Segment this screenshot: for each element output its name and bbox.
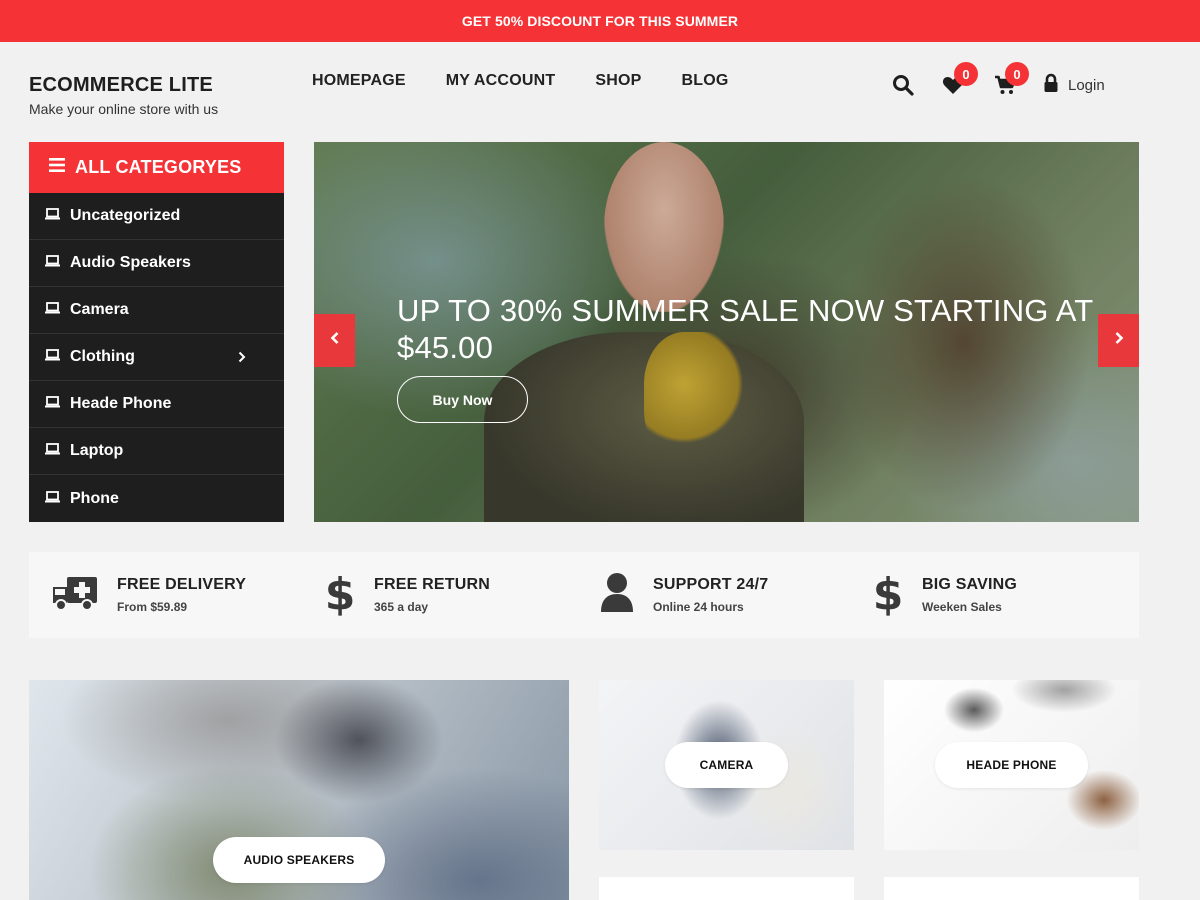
category-tile[interactable]	[599, 877, 854, 900]
site-tagline: Make your online store with us	[29, 101, 219, 117]
slider-prev-button[interactable]	[314, 314, 355, 367]
category-label: Heade Phone	[70, 395, 172, 412]
header-actions: 0 0 Login	[888, 62, 1128, 106]
laptop-icon	[45, 442, 60, 460]
feature-free-return: $ FREE RETURN 365 a day	[324, 552, 490, 638]
hero-slider: UP TO 30% SUMMER SALE NOW STARTING AT $4…	[314, 142, 1139, 522]
feature-subtitle: 365 a day	[374, 600, 429, 614]
user-icon	[599, 572, 635, 619]
category-item[interactable]: Clothing	[29, 334, 284, 381]
nav-homepage[interactable]: HOMEPAGE	[312, 72, 406, 90]
category-sidebar: ALL CATEGORYES Uncategorized Audio Speak…	[29, 142, 284, 522]
buy-now-button[interactable]: Buy Now	[397, 376, 528, 423]
category-label: Laptop	[70, 442, 124, 459]
feature-support: SUPPORT 24/7 Online 24 hours	[599, 552, 768, 638]
feature-title: BIG SAVING	[922, 576, 1018, 593]
dollar-icon: $	[324, 569, 356, 622]
category-item[interactable]: Phone	[29, 475, 284, 522]
category-item[interactable]: Heade Phone	[29, 381, 284, 428]
category-label: Uncategorized	[70, 207, 181, 224]
nav-my-account[interactable]: MY ACCOUNT	[446, 72, 556, 90]
category-item[interactable]: Camera	[29, 287, 284, 334]
category-tile-label[interactable]: HEADE PHONE	[935, 742, 1088, 788]
menu-icon	[49, 158, 65, 177]
chevron-right-icon[interactable]	[238, 350, 246, 368]
feature-title: SUPPORT 24/7	[653, 576, 769, 593]
wishlist-count-badge: 0	[954, 62, 978, 86]
chevron-left-icon	[330, 331, 340, 350]
promo-bar: GET 50% DISCOUNT FOR THIS SUMMER	[0, 0, 1200, 42]
site-title[interactable]: ECOMMERCE LITE	[29, 74, 218, 97]
svg-text:$: $	[325, 569, 356, 617]
category-tile[interactable]	[884, 877, 1139, 900]
category-item[interactable]: Audio Speakers	[29, 240, 284, 287]
promo-text: GET 50% DISCOUNT FOR THIS SUMMER	[461, 13, 739, 29]
feature-title: FREE RETURN	[374, 576, 490, 593]
chevron-right-icon	[1114, 331, 1124, 350]
login-link[interactable]: Login	[1068, 77, 1105, 94]
laptop-icon	[45, 301, 60, 319]
laptop-icon	[45, 254, 60, 272]
features-strip: FREE DELIVERY From $59.89 $ FREE RETURN …	[29, 552, 1139, 638]
category-item[interactable]: Uncategorized	[29, 193, 284, 240]
feature-subtitle: Weeken Sales	[922, 600, 1002, 614]
category-tile-label[interactable]: AUDIO SPEAKERS	[213, 837, 385, 883]
feature-free-delivery: FREE DELIVERY From $59.89	[51, 552, 246, 638]
svg-text:$: $	[873, 569, 904, 617]
lock-icon[interactable]	[1042, 71, 1060, 95]
category-label: Camera	[70, 301, 129, 318]
nav-shop[interactable]: SHOP	[595, 72, 641, 90]
main-nav: HOMEPAGE MY ACCOUNT SHOP BLOG	[312, 72, 729, 90]
ambulance-icon	[51, 573, 99, 618]
category-item[interactable]: Laptop	[29, 428, 284, 475]
laptop-icon	[45, 207, 60, 225]
category-tile-camera[interactable]: CAMERA	[599, 680, 854, 850]
category-tile-headphone[interactable]: HEADE PHONE	[884, 680, 1139, 850]
category-tile-label[interactable]: CAMERA	[665, 742, 788, 788]
categories-heading: ALL CATEGORYES	[75, 157, 242, 177]
categories-header[interactable]: ALL CATEGORYES	[29, 142, 284, 193]
nav-blog[interactable]: BLOG	[681, 72, 728, 90]
site-brand[interactable]: ECOMMERCE LITE Make your online store wi…	[29, 74, 218, 117]
feature-subtitle: Online 24 hours	[653, 600, 744, 614]
category-label: Phone	[70, 489, 119, 507]
category-tile-audio-speakers[interactable]: AUDIO SPEAKERS	[29, 680, 569, 900]
hero-headline: UP TO 30% SUMMER SALE NOW STARTING AT $4…	[397, 293, 1093, 365]
feature-title: FREE DELIVERY	[117, 576, 247, 593]
laptop-icon	[45, 348, 60, 366]
search-icon[interactable]	[890, 72, 916, 98]
laptop-icon	[45, 490, 60, 508]
slider-next-button[interactable]	[1098, 314, 1139, 367]
category-label: Audio Speakers	[70, 254, 191, 271]
cart-count-badge: 0	[1005, 62, 1029, 86]
dollar-icon: $	[872, 569, 904, 622]
laptop-icon	[45, 395, 60, 413]
feature-big-saving: $ BIG SAVING Weeken Sales	[872, 552, 1017, 638]
feature-subtitle: From $59.89	[117, 600, 188, 614]
category-label: Clothing	[70, 348, 135, 365]
